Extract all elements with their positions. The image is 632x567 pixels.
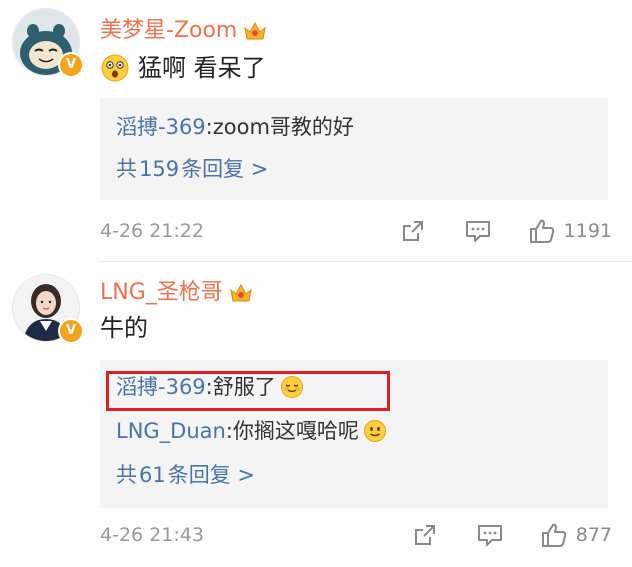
verified-badge-icon: V (58, 318, 84, 344)
comment-text: 牛的 (100, 314, 148, 342)
like-button[interactable]: 1191 (528, 218, 612, 244)
crown-badge-icon (243, 20, 267, 42)
thumbs-up-icon (529, 219, 554, 243)
reply-username[interactable]: 滔搏-369 (116, 112, 206, 142)
like-button[interactable]: 877 (540, 522, 612, 548)
username-line: LNG_圣枪哥 (100, 278, 253, 308)
smile-emoji-icon (363, 419, 387, 443)
verified-badge-icon: V (58, 52, 84, 78)
share-button[interactable] (400, 218, 426, 244)
more-suffix: 条回复 > (181, 157, 269, 181)
comment-item: V 美梦星-Zoom 猛啊 看呆了 滔搏-369: zoom哥教的好 共159条… (0, 0, 632, 262)
more-suffix: 条回复 > (167, 463, 256, 487)
comment-meta: 4-26 21:43 877 (100, 520, 612, 550)
crown-badge-icon (229, 282, 253, 304)
share-button[interactable] (412, 522, 438, 548)
highlight-box (106, 371, 390, 411)
reply-item[interactable]: 滔搏-369: zoom哥教的好 (116, 112, 354, 142)
reply-item[interactable]: LNG_Duan: 你搁这嘎哈呢 (116, 416, 387, 446)
comment-icon (465, 221, 490, 242)
comment-button[interactable] (476, 522, 504, 548)
avatar[interactable]: V (12, 8, 84, 78)
reply-count: 159 (139, 157, 180, 181)
like-count: 877 (575, 524, 612, 546)
more-prefix: 共 (116, 463, 137, 487)
reply-separator: : (205, 115, 213, 139)
username-line: 美梦星-Zoom (100, 16, 267, 46)
username[interactable]: LNG_圣枪哥 (100, 278, 223, 308)
reply-username[interactable]: LNG_Duan (116, 416, 226, 446)
comment-body: 牛的 (100, 312, 148, 344)
comment-body: 猛啊 看呆了 (100, 52, 266, 84)
comment-item: V LNG_圣枪哥 牛的 滔搏-369: 舒服了 LNG_Duan: 你搁这嘎… (0, 262, 632, 567)
avatar[interactable]: V (12, 274, 84, 344)
share-icon (414, 525, 435, 545)
thumbs-up-icon (541, 523, 566, 547)
view-replies-link[interactable]: 共159条回复 > (116, 154, 268, 184)
reply-count: 61 (139, 463, 166, 487)
username[interactable]: 美梦星-Zoom (100, 16, 237, 46)
more-prefix: 共 (116, 157, 137, 181)
comment-text: 猛啊 看呆了 (138, 54, 266, 82)
view-replies-link[interactable]: 共61条回复 > (116, 460, 255, 490)
reply-separator: : (225, 419, 233, 443)
reply-box[interactable]: 滔搏-369: zoom哥教的好 共159条回复 > (100, 98, 608, 200)
share-icon (402, 221, 423, 241)
like-count: 1191 (563, 220, 612, 242)
comment-button[interactable] (464, 218, 492, 244)
comment-time: 4-26 21:22 (100, 220, 204, 242)
comment-meta: 4-26 21:22 1191 (100, 216, 612, 246)
comment-actions: 1191 (400, 216, 612, 246)
comment-time: 4-26 21:43 (100, 524, 204, 546)
surprised-emoji-icon (100, 53, 130, 83)
reply-text: 你搁这嘎哈呢 (232, 419, 359, 443)
reply-text: zoom哥教的好 (212, 115, 354, 139)
comment-actions: 877 (412, 520, 612, 550)
comment-icon (477, 525, 502, 546)
